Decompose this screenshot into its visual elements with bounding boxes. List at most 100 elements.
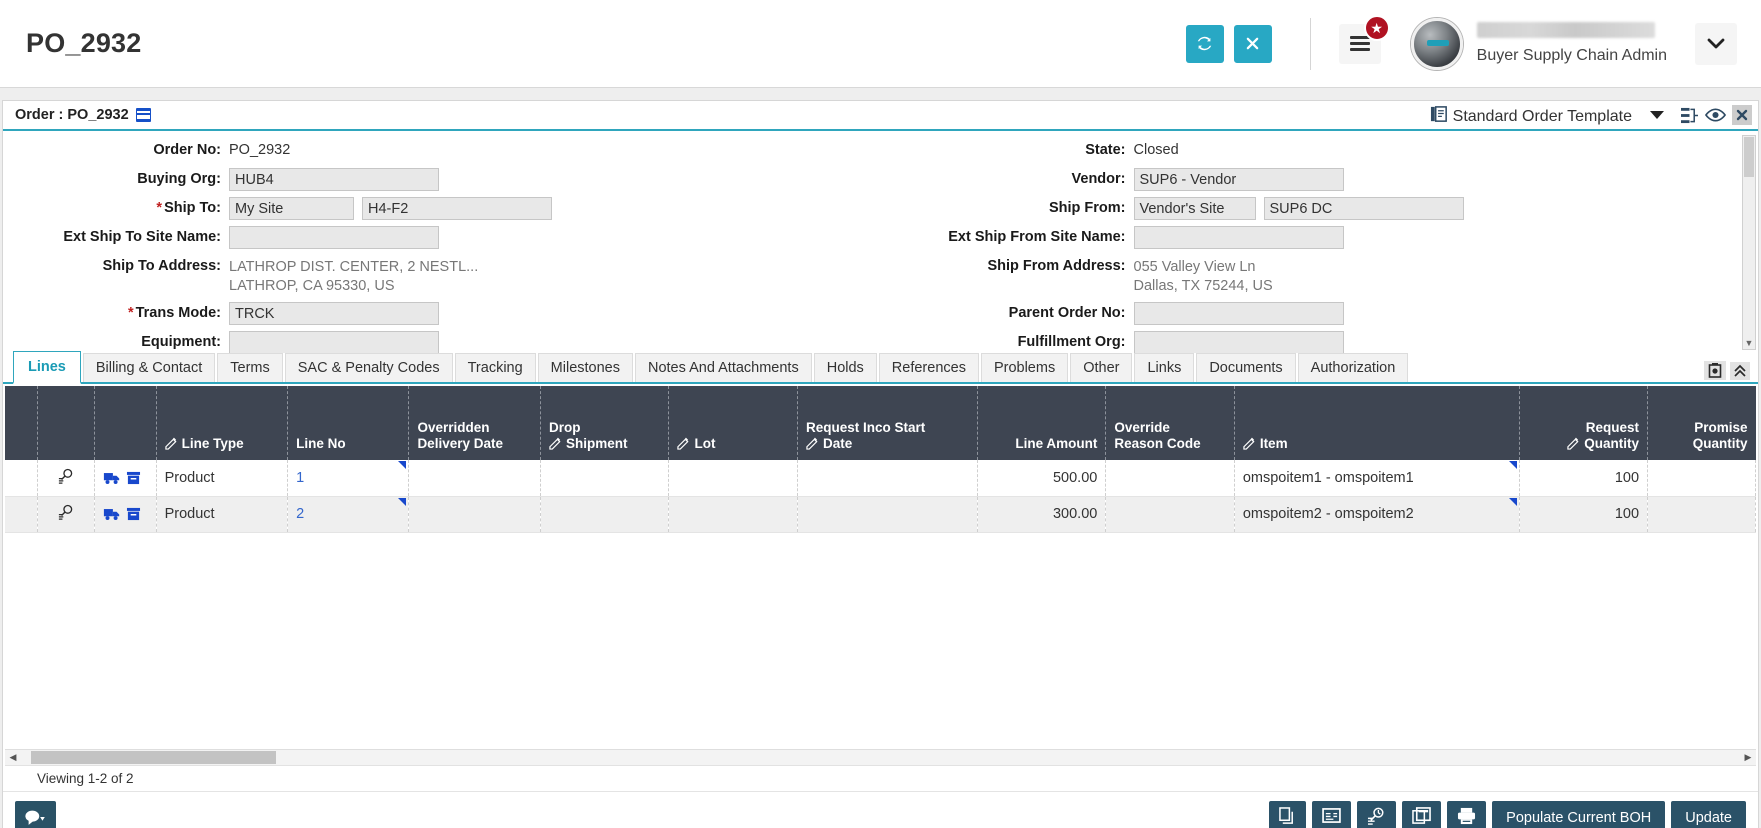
column-header[interactable] (5, 386, 38, 460)
audit-button[interactable] (1357, 801, 1396, 828)
row-icon-group[interactable] (103, 507, 148, 521)
form-input[interactable] (1134, 226, 1344, 249)
cell-line-amount[interactable]: 500.00 (977, 460, 1105, 496)
tab-milestones[interactable]: Milestones (538, 353, 633, 382)
cell-line-amount[interactable]: 300.00 (977, 496, 1105, 532)
column-header[interactable]: RequestQuantity (1519, 386, 1647, 460)
form-vertical-scrollbar[interactable]: ▲ ▼ (1742, 135, 1756, 350)
cell-overridden-delivery-date[interactable] (409, 460, 541, 496)
cell-line-no[interactable]: 1 (288, 460, 409, 496)
table-row[interactable]: Product1 500.00 omspoitem1 - omspoitem1100 (5, 460, 1756, 496)
column-header[interactable]: DropShipment (541, 386, 669, 460)
column-header-line2: Quantity (1528, 436, 1639, 452)
tab-other[interactable]: Other (1070, 353, 1132, 382)
column-header[interactable]: Lot (669, 386, 797, 460)
row-shipment-icons-cell[interactable] (94, 460, 156, 496)
row-search-cell[interactable] (38, 496, 95, 532)
cell-request-quantity[interactable]: 100 (1519, 496, 1647, 532)
populate-boh-button[interactable]: Populate Current BOH (1492, 801, 1665, 828)
hierarchy-icon[interactable] (1680, 107, 1699, 124)
cell-drop-shipment[interactable] (541, 460, 669, 496)
form-input[interactable] (229, 226, 439, 249)
form-input-secondary[interactable]: SUP6 DC (1264, 197, 1464, 220)
column-header[interactable]: Line Type (156, 386, 288, 460)
column-header[interactable]: PromiseQuantity (1648, 386, 1756, 460)
column-header[interactable]: OverriddenDelivery Date (409, 386, 541, 460)
notifications-menu-button[interactable]: ★ (1339, 24, 1381, 64)
cell-promise-quantity[interactable] (1648, 496, 1756, 532)
chat-button[interactable] (15, 801, 56, 828)
update-button[interactable]: Update (1671, 801, 1746, 828)
column-header[interactable] (94, 386, 156, 460)
cell-override-reason-code[interactable] (1106, 460, 1234, 496)
tab-holds[interactable]: Holds (814, 353, 877, 382)
refresh-button[interactable] (1186, 25, 1224, 63)
form-input[interactable]: TRCK (229, 302, 439, 325)
cell-line-type[interactable]: Product (156, 460, 288, 496)
user-menu-toggle[interactable] (1695, 23, 1737, 65)
cell-request-quantity[interactable]: 100 (1519, 460, 1647, 496)
cell-request-inco-start-date[interactable] (797, 496, 977, 532)
column-header[interactable]: Item (1234, 386, 1519, 460)
cell-item[interactable]: omspoitem1 - omspoitem1 (1234, 460, 1519, 496)
column-header[interactable]: Request Inco StartDate (797, 386, 977, 460)
scroll-thumb[interactable] (31, 751, 276, 764)
archive-button[interactable] (1402, 801, 1441, 828)
tab-sac-penalty-codes[interactable]: SAC & Penalty Codes (285, 353, 453, 382)
column-header[interactable]: Line No (288, 386, 409, 460)
grid-horizontal-scrollbar[interactable]: ◀ ▶ (5, 749, 1756, 765)
row-icon-group[interactable] (103, 471, 148, 485)
table-row[interactable]: Product2 300.00 omspoitem2 - omspoitem2100 (5, 496, 1756, 532)
close-window-button[interactable] (1234, 25, 1272, 63)
notes-button[interactable] (1312, 801, 1351, 828)
tab-billing-contact[interactable]: Billing & Contact (83, 353, 215, 382)
form-input[interactable] (1134, 302, 1344, 325)
cell-promise-quantity[interactable] (1648, 460, 1756, 496)
tab-references[interactable]: References (879, 353, 979, 382)
column-header[interactable]: Line Amount (977, 386, 1105, 460)
row-shipment-icons-cell[interactable] (94, 496, 156, 532)
scroll-down-arrow[interactable]: ▼ (1743, 336, 1755, 349)
tab-authorization[interactable]: Authorization (1298, 353, 1409, 382)
cell-overridden-delivery-date[interactable] (409, 496, 541, 532)
template-selector[interactable]: Standard Order Template (1430, 105, 1632, 126)
cell-item[interactable]: omspoitem2 - omspoitem2 (1234, 496, 1519, 532)
user-avatar[interactable] (1411, 18, 1463, 70)
copy-button[interactable] (1269, 801, 1306, 828)
scroll-track[interactable] (21, 751, 1740, 764)
tab-notes-and-attachments[interactable]: Notes And Attachments (635, 353, 812, 382)
tab-terms[interactable]: Terms (217, 353, 282, 382)
cell-request-inco-start-date[interactable] (797, 460, 977, 496)
form-input[interactable] (229, 331, 439, 353)
form-input[interactable]: My Site (229, 197, 354, 220)
form-input[interactable] (1134, 331, 1344, 353)
tab-links[interactable]: Links (1134, 353, 1194, 382)
form-input[interactable]: Vendor's Site (1134, 197, 1256, 220)
scroll-left-arrow[interactable]: ◀ (5, 750, 21, 766)
cell-lot[interactable] (669, 496, 797, 532)
column-header[interactable] (38, 386, 95, 460)
row-search-cell[interactable] (38, 460, 95, 496)
cell-line-type[interactable]: Product (156, 496, 288, 532)
form-input-secondary[interactable]: H4-F2 (362, 197, 552, 220)
scroll-right-arrow[interactable]: ▶ (1740, 750, 1756, 766)
form-input[interactable]: HUB4 (229, 168, 439, 191)
scroll-thumb[interactable] (1744, 137, 1754, 177)
cell-line-no[interactable]: 2 (288, 496, 409, 532)
cell-drop-shipment[interactable] (541, 496, 669, 532)
panel-close-button[interactable] (1732, 105, 1752, 125)
collapse-up-icon[interactable] (1730, 362, 1750, 380)
tab-tracking[interactable]: Tracking (455, 353, 536, 382)
tab-problems[interactable]: Problems (981, 353, 1068, 382)
tab-documents[interactable]: Documents (1196, 353, 1295, 382)
eye-icon[interactable] (1705, 107, 1726, 123)
tab-lines[interactable]: Lines (13, 351, 81, 384)
order-archive-icon[interactable] (136, 108, 151, 122)
form-input[interactable]: SUP6 - Vendor (1134, 168, 1344, 191)
grid-settings-icon[interactable] (1704, 361, 1726, 380)
template-dropdown-caret[interactable] (1650, 111, 1664, 119)
print-button[interactable] (1447, 801, 1486, 828)
cell-lot[interactable] (669, 460, 797, 496)
column-header[interactable]: OverrideReason Code (1106, 386, 1234, 460)
cell-override-reason-code[interactable] (1106, 496, 1234, 532)
